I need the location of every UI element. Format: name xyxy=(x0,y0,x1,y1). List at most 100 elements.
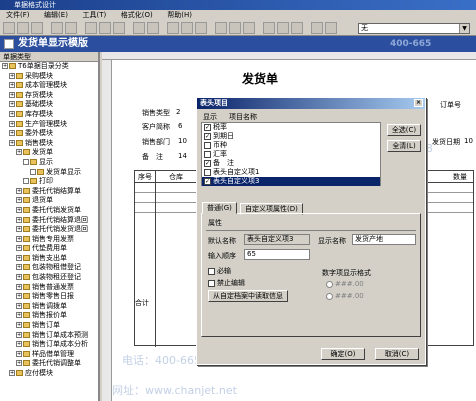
expand-icon[interactable]: + xyxy=(2,63,8,69)
field-sales-dept[interactable]: 销售部门 xyxy=(142,137,170,147)
cut-icon[interactable] xyxy=(85,22,97,34)
tree-item[interactable]: + 样品借单管理 xyxy=(0,350,98,360)
expand-icon[interactable]: + xyxy=(9,110,15,117)
radio-icon[interactable] xyxy=(326,292,333,300)
list-item[interactable]: 币种 xyxy=(202,141,380,150)
tree-item[interactable]: 打印 xyxy=(0,177,98,187)
input-order-field[interactable]: 65 xyxy=(244,249,310,260)
expand-icon[interactable]: + xyxy=(9,130,15,137)
field-ship-date[interactable]: 发货日期 xyxy=(432,137,460,147)
form-title[interactable]: 发货单 xyxy=(242,70,278,87)
open-icon[interactable] xyxy=(17,22,29,34)
disable-edit-check-icon[interactable] xyxy=(208,279,215,287)
expand-icon[interactable]: + xyxy=(16,235,22,242)
expand-icon[interactable]: + xyxy=(16,360,22,367)
col-quantity[interactable]: 数量 xyxy=(453,172,467,182)
tree-item[interactable]: + 销售报价单 xyxy=(0,311,98,321)
menu-tools[interactable]: 工具(T) xyxy=(82,11,106,19)
tree-item[interactable]: + 委托代销发货单 xyxy=(0,206,98,216)
display-name-field[interactable]: 发货产地 xyxy=(352,234,416,245)
tree-item[interactable]: 显示 xyxy=(0,158,98,168)
expand-icon[interactable] xyxy=(23,158,29,165)
tree-item[interactable]: + 包装物租还登记 xyxy=(0,273,98,283)
align-left-icon[interactable] xyxy=(215,22,227,34)
tree-item[interactable]: + 销售模块 xyxy=(0,139,98,149)
align-center-icon[interactable] xyxy=(229,22,241,34)
new-icon[interactable] xyxy=(3,22,15,34)
read-from-archive-button[interactable]: 从自定档案中读取信息 xyxy=(208,290,288,302)
required-checkbox[interactable]: 必输 xyxy=(208,266,231,276)
expand-icon[interactable]: + xyxy=(16,322,22,329)
table-icon[interactable] xyxy=(277,22,289,34)
expand-icon[interactable]: + xyxy=(16,206,22,213)
checkbox-checked-icon[interactable]: ✓ xyxy=(204,177,211,185)
expand-icon[interactable]: + xyxy=(16,274,22,281)
list-item[interactable]: ✓ 到期日 xyxy=(202,132,380,141)
col-warehouse[interactable]: 仓库 xyxy=(169,172,183,182)
field-sales-type[interactable]: 销售类型 xyxy=(142,108,170,118)
col-seq[interactable]: 序号 xyxy=(138,172,152,182)
expand-icon[interactable]: + xyxy=(16,341,22,348)
delete-icon[interactable] xyxy=(147,22,159,34)
tree-item[interactable]: + 存货模块 xyxy=(0,91,98,101)
format-option-1[interactable]: ###.00 xyxy=(326,280,364,288)
expand-icon[interactable]: + xyxy=(16,187,22,194)
expand-icon[interactable]: + xyxy=(16,197,22,204)
tree-item[interactable]: + 销售订单 xyxy=(0,321,98,331)
image-icon[interactable] xyxy=(291,22,303,34)
list-item[interactable]: 表头自定义项1 xyxy=(202,168,380,177)
cancel-button[interactable]: 取消(C) xyxy=(375,348,419,360)
tree-item[interactable]: + 包装物租借登记 xyxy=(0,263,98,273)
checkbox-checked-icon[interactable]: ✓ xyxy=(204,123,211,131)
tree-item[interactable]: + 销售零售日报 xyxy=(0,292,98,302)
expand-icon[interactable]: + xyxy=(16,331,22,338)
field-remark[interactable]: 备 注 xyxy=(142,152,163,162)
field-customer[interactable]: 客户简称 xyxy=(142,122,170,132)
expand-icon[interactable]: + xyxy=(16,350,22,357)
tree-item[interactable]: + 成本管理模块 xyxy=(0,81,98,91)
tree-item[interactable]: + 委托代销结算单 xyxy=(0,187,98,197)
menu-format[interactable]: 格式化(O) xyxy=(121,11,153,19)
grid-icon[interactable] xyxy=(263,22,275,34)
expand-icon[interactable]: + xyxy=(9,101,15,108)
menu-help[interactable]: 帮助(H) xyxy=(167,11,192,19)
folder-edit-icon[interactable] xyxy=(195,22,207,34)
expand-icon[interactable] xyxy=(23,178,29,185)
expand-icon[interactable]: + xyxy=(9,370,15,376)
folder-add-icon[interactable] xyxy=(181,22,193,34)
tree-item[interactable]: + 采购模块 xyxy=(0,72,98,82)
list-item[interactable]: ✓ 税率 xyxy=(202,123,380,132)
required-check-icon[interactable] xyxy=(208,267,215,275)
expand-icon[interactable]: + xyxy=(9,139,15,146)
tree-item[interactable]: + 退货单 xyxy=(0,196,98,206)
style-combo[interactable]: 无 ▼ xyxy=(358,23,470,34)
format-option-2[interactable]: ###.00 xyxy=(326,292,364,300)
expand-icon[interactable]: + xyxy=(9,120,15,127)
expand-icon[interactable]: + xyxy=(16,264,22,271)
print-icon[interactable] xyxy=(51,22,63,34)
checkbox-icon[interactable] xyxy=(204,150,211,158)
tree-item[interactable]: + 委托代销调整单 xyxy=(0,359,98,369)
undo-icon[interactable] xyxy=(133,22,145,34)
expand-icon[interactable]: + xyxy=(16,149,22,156)
expand-icon[interactable]: + xyxy=(16,226,22,233)
copy-icon[interactable] xyxy=(99,22,111,34)
tree-item[interactable]: + 委托代销发货退回 xyxy=(0,225,98,235)
tree-item[interactable]: + 代垫费用单 xyxy=(0,244,98,254)
tree-item[interactable]: + 销售订单成本分析 xyxy=(0,340,98,350)
radio-icon[interactable] xyxy=(326,280,333,288)
list-item[interactable]: ✓ 备 注 xyxy=(202,159,380,168)
checkbox-icon[interactable] xyxy=(204,168,211,176)
expand-icon[interactable]: + xyxy=(9,82,15,89)
clear-all-button[interactable]: 全清(L) xyxy=(387,140,421,152)
tab-general[interactable]: 普通(G) xyxy=(202,202,237,214)
close-icon[interactable]: × xyxy=(414,99,423,107)
menu-file[interactable]: 文件(F) xyxy=(6,11,30,19)
expand-icon[interactable]: + xyxy=(16,216,22,223)
preview-icon[interactable] xyxy=(65,22,77,34)
field-order-no[interactable]: 订单号 xyxy=(440,100,461,110)
tree-item[interactable]: 发货单显示 xyxy=(0,168,98,178)
tree-item[interactable]: + 生产管理模块 xyxy=(0,120,98,130)
menu-edit[interactable]: 编辑(E) xyxy=(44,11,68,19)
expand-icon[interactable]: + xyxy=(16,312,22,319)
